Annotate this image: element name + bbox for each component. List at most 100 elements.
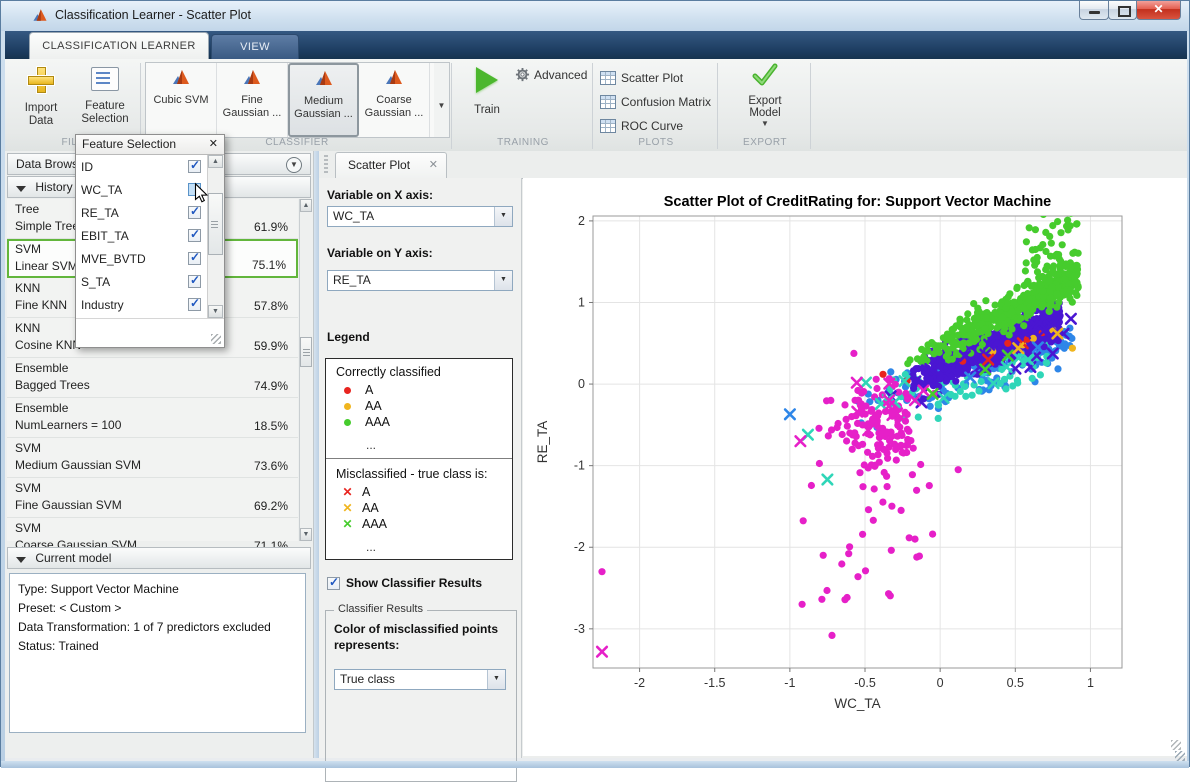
- feature-checkbox-row[interactable]: MVE_BVTD: [76, 247, 207, 270]
- tab-classification-learner[interactable]: CLASSIFICATION LEARNER: [29, 32, 209, 59]
- model-type: SVM: [15, 480, 290, 497]
- title-bar[interactable]: Classification Learner - Scatter Plot ✕: [1, 1, 1189, 31]
- tab-scatter-plot[interactable]: Scatter Plot ✕: [335, 152, 447, 178]
- ribbon-group-plots: Scatter Plot Confusion Matrix ROC Curve …: [594, 59, 718, 151]
- classifier-preset[interactable]: Fine Gaussian ...: [217, 63, 288, 137]
- matlab-model-icon: [241, 68, 263, 86]
- close-tab-icon[interactable]: ✕: [429, 153, 438, 177]
- plot-type-button[interactable]: Scatter Plot: [600, 67, 714, 89]
- legend-more: ...: [366, 438, 512, 452]
- misclassified-color-select[interactable]: True class ▼: [334, 669, 506, 690]
- current-model-header[interactable]: Current model: [7, 547, 311, 569]
- popup-scrollbar[interactable]: ▲ ▼: [207, 155, 224, 318]
- feature-checkbox-row[interactable]: WC_TA: [76, 178, 207, 201]
- misclassified-color-value: True class: [340, 672, 395, 686]
- feature-name: S_TA: [81, 275, 188, 289]
- feature-selection-popup: Feature Selection ✕ ID WC_TA RE_TA EBIT_…: [75, 134, 225, 348]
- scroll-down-icon[interactable]: ▼: [300, 528, 312, 541]
- feature-checkbox-row[interactable]: EBIT_TA: [76, 224, 207, 247]
- close-button[interactable]: ✕: [1136, 1, 1181, 20]
- history-row[interactable]: SVM Fine Gaussian SVM 69.2%: [7, 478, 298, 518]
- feature-checkbox-row[interactable]: RE_TA: [76, 201, 207, 224]
- model-type: SVM: [15, 520, 290, 537]
- feature-checkbox[interactable]: [188, 252, 201, 265]
- plot-type-button[interactable]: ROC Curve: [600, 115, 714, 137]
- scatter-plot-figure[interactable]: -2-1.5-1-0.500.51210-1-2-3Scatter Plot o…: [523, 178, 1187, 756]
- x-axis-select[interactable]: WC_TA ▼: [327, 206, 513, 227]
- feature-checkbox[interactable]: [188, 298, 201, 311]
- show-classifier-results-checkbox[interactable]: Show Classifier Results: [327, 576, 482, 590]
- scroll-up-icon[interactable]: ▲: [208, 155, 223, 168]
- feature-checkbox-row[interactable]: S_TA: [76, 270, 207, 293]
- x-axis-value: WC_TA: [333, 209, 374, 223]
- maximize-button[interactable]: [1108, 1, 1137, 20]
- popup-title-bar[interactable]: Feature Selection ✕: [76, 135, 224, 155]
- model-accuracy: 74.9%: [254, 379, 288, 393]
- svg-text:-1.5: -1.5: [704, 676, 726, 690]
- export-model-button[interactable]: Export Model ▼: [733, 63, 797, 139]
- classifier-results-group: Classifier Results Color of misclassifie…: [325, 610, 517, 782]
- svg-text:1: 1: [578, 295, 585, 309]
- plot-type-label: Confusion Matrix: [621, 95, 711, 109]
- gallery-dropdown-button[interactable]: ▼: [434, 62, 450, 138]
- y-axis-select[interactable]: RE_TA ▼: [327, 270, 513, 291]
- tab-view[interactable]: VIEW: [211, 34, 299, 59]
- drag-handle[interactable]: [324, 155, 328, 174]
- chevron-down-icon: ▼: [733, 119, 797, 128]
- close-icon[interactable]: ✕: [209, 135, 218, 154]
- matlab-app-icon: [31, 7, 49, 23]
- resize-grip[interactable]: [211, 334, 221, 344]
- feature-checkbox-row[interactable]: ID: [76, 155, 207, 178]
- export-model-label: Export Model: [733, 95, 797, 119]
- feature-checkbox[interactable]: [188, 275, 201, 288]
- legend-caption: Legend: [327, 330, 370, 344]
- feature-name: WC_TA: [81, 183, 188, 197]
- scroll-up-icon[interactable]: ▲: [300, 199, 312, 212]
- classifier-preset[interactable]: Coarse Gaussian ...: [359, 63, 430, 137]
- svg-text:Scatter Plot of CreditRating f: Scatter Plot of CreditRating for: Suppor…: [664, 194, 1052, 210]
- history-row[interactable]: SVM Medium Gaussian SVM 73.6%: [7, 438, 298, 478]
- legend-more: ...: [366, 540, 512, 554]
- legend-mis-title: Misclassified - true class is:: [336, 467, 512, 481]
- classifier-preset[interactable]: Cubic SVM: [146, 63, 217, 137]
- train-button[interactable]: Train: [461, 63, 513, 135]
- svg-text:-1: -1: [574, 459, 585, 473]
- feature-name: EBIT_TA: [81, 229, 188, 243]
- feature-selection-button[interactable]: FeatureSelection: [75, 63, 135, 135]
- svg-text:RE_TA: RE_TA: [535, 421, 550, 464]
- model-accuracy: 18.5%: [254, 419, 288, 433]
- advanced-button[interactable]: Advanced: [515, 67, 587, 82]
- classifier-preset-label: Fine Gaussian ...: [217, 94, 287, 119]
- resize-grip[interactable]: [1171, 740, 1181, 750]
- feature-checkbox[interactable]: [188, 206, 201, 219]
- ribbon-group-export: Export Model ▼ EXPORT: [719, 59, 811, 151]
- checkbox-icon[interactable]: [327, 577, 340, 590]
- feature-checkbox[interactable]: [188, 229, 201, 242]
- minimize-button[interactable]: [1079, 1, 1109, 20]
- matlab-model-icon: [313, 69, 335, 87]
- model-name: Bagged Trees: [15, 377, 290, 394]
- import-data-button[interactable]: ImportData: [11, 63, 71, 135]
- panel-menu-button[interactable]: ▼: [286, 157, 302, 173]
- class-label: AAA: [362, 517, 387, 531]
- classifier-preset-label: Coarse Gaussian ...: [359, 94, 429, 119]
- feature-checkbox[interactable]: [188, 160, 201, 173]
- scroll-down-icon[interactable]: ▼: [208, 305, 223, 318]
- legend-correct-title: Correctly classified: [336, 365, 512, 379]
- model-accuracy: 61.9%: [254, 220, 288, 234]
- history-scrollbar[interactable]: ▲ ▼: [299, 199, 313, 541]
- history-row[interactable]: Ensemble NumLearners = 100 18.5%: [7, 398, 298, 438]
- plot-type-button[interactable]: Confusion Matrix: [600, 91, 714, 113]
- y-axis-value: RE_TA: [333, 273, 371, 287]
- y-axis-caption: Variable on Y axis:: [327, 246, 433, 260]
- class-dot-icon: [344, 387, 351, 394]
- model-type: Ensemble: [15, 360, 290, 377]
- svg-text:2: 2: [578, 214, 585, 228]
- history-row[interactable]: Ensemble Bagged Trees 74.9%: [7, 358, 298, 398]
- classifier-results-title: Classifier Results: [334, 603, 427, 615]
- feature-name: Industry: [81, 298, 188, 312]
- scrollbar-thumb[interactable]: [300, 337, 312, 367]
- feature-checkbox-row[interactable]: Industry: [76, 293, 207, 316]
- window-resize-grip[interactable]: [1175, 751, 1185, 761]
- classifier-preset[interactable]: Medium Gaussian ...: [288, 63, 359, 137]
